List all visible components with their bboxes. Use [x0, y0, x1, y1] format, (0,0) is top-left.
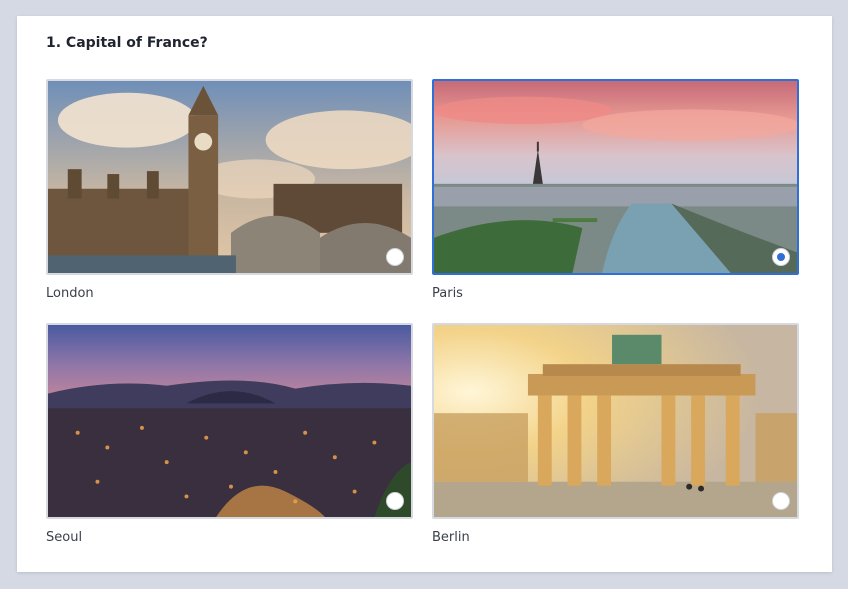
option-radio[interactable]	[772, 248, 790, 266]
berlin-image	[434, 325, 797, 517]
option-label: London	[46, 286, 94, 301]
option-paris[interactable]: Paris	[432, 79, 799, 301]
question-title: 1. Capital of France?	[46, 35, 208, 51]
option-label: Paris	[432, 286, 463, 301]
question-card: 1. Capital of France? London Paris Seoul…	[17, 16, 832, 572]
option-image-frame[interactable]	[46, 79, 413, 275]
option-image-frame[interactable]	[46, 323, 413, 519]
option-label: Seoul	[46, 530, 83, 545]
option-seoul[interactable]: Seoul	[46, 323, 413, 545]
option-berlin[interactable]: Berlin	[432, 323, 799, 545]
seoul-image	[48, 325, 411, 517]
option-label: Berlin	[432, 530, 470, 545]
option-radio[interactable]	[386, 492, 404, 510]
option-radio[interactable]	[772, 492, 790, 510]
option-image-frame[interactable]	[432, 79, 799, 275]
paris-image	[434, 81, 797, 273]
option-radio[interactable]	[386, 248, 404, 266]
london-image	[48, 81, 411, 273]
option-london[interactable]: London	[46, 79, 413, 301]
option-image-frame[interactable]	[432, 323, 799, 519]
